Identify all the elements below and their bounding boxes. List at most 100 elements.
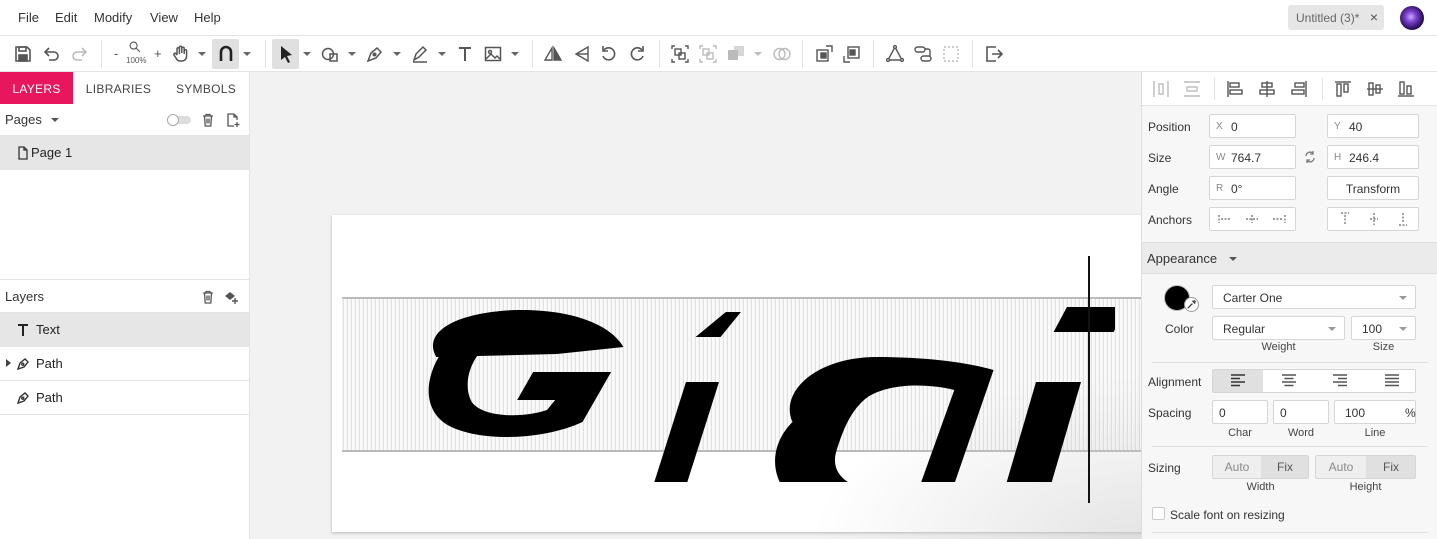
page-item[interactable]: Page 1 [0, 136, 249, 170]
rotate-left-icon[interactable] [599, 44, 619, 64]
path-ops-icon[interactable] [913, 44, 933, 64]
anchor-right-icon[interactable] [1272, 212, 1286, 226]
align-right-icon[interactable] [1289, 79, 1309, 99]
height-auto-option[interactable]: Auto [1316, 456, 1366, 478]
chevron-down-icon[interactable] [754, 52, 762, 56]
flip-vertical-icon[interactable] [572, 44, 592, 64]
transform-button[interactable]: Transform [1327, 176, 1419, 200]
font-family-select[interactable]: Carter One [1212, 285, 1416, 309]
word-spacing-field[interactable]: 0 [1273, 400, 1329, 424]
eyedropper-icon[interactable] [1184, 297, 1199, 312]
chevron-down-icon[interactable] [198, 52, 206, 56]
anchor-center-h-icon[interactable] [1245, 212, 1259, 226]
appearance-header[interactable]: Appearance [1142, 242, 1437, 274]
zoom-out-button[interactable]: - [114, 46, 118, 61]
angle-field[interactable]: R 0° [1209, 176, 1296, 200]
chevron-down-icon[interactable] [243, 52, 251, 56]
width-field[interactable]: W 764.7 [1209, 145, 1296, 169]
tab-layers[interactable]: LAYERS [0, 72, 73, 104]
boolean-icon[interactable] [772, 44, 792, 64]
menu-file[interactable]: File [18, 10, 39, 25]
chevron-down-icon[interactable] [393, 52, 401, 56]
distribute-vertical-icon[interactable] [1182, 79, 1202, 99]
scale-font-checkbox[interactable] [1152, 507, 1165, 520]
undo-icon[interactable] [41, 44, 61, 64]
layer-row-path[interactable]: Path [0, 381, 249, 415]
menu-help[interactable]: Help [194, 10, 221, 25]
image-icon[interactable] [483, 44, 503, 64]
canvas[interactable] [250, 72, 1141, 539]
align-bottom-icon[interactable] [1396, 79, 1416, 99]
menu-edit[interactable]: Edit [55, 10, 77, 25]
align-top-icon[interactable] [1333, 79, 1353, 99]
font-size-select[interactable]: 100 [1351, 316, 1416, 340]
gigi-text-art[interactable] [355, 222, 1115, 482]
align-left-icon[interactable] [1225, 79, 1245, 99]
arrange-icon[interactable] [726, 44, 746, 64]
anchor-middle-v-icon[interactable] [1367, 212, 1381, 226]
group-icon[interactable] [670, 44, 690, 64]
width-auto-option[interactable]: Auto [1213, 456, 1261, 478]
expand-arrow-icon[interactable] [6, 359, 11, 367]
avatar[interactable] [1400, 6, 1424, 30]
shapes-icon[interactable] [320, 44, 340, 64]
document-tab[interactable]: Untitled (3)* × [1288, 5, 1384, 30]
chevron-down-icon[interactable] [438, 52, 446, 56]
mask-icon[interactable] [941, 44, 961, 64]
y-field[interactable]: Y 40 [1327, 114, 1419, 138]
pencil-icon[interactable] [410, 44, 430, 64]
align-text-right-icon[interactable] [1315, 370, 1365, 392]
chevron-down-icon[interactable] [1229, 257, 1237, 261]
ungroup-icon[interactable] [698, 44, 718, 64]
anchor-bottom-icon[interactable] [1396, 212, 1410, 226]
align-center-horizontal-icon[interactable] [1257, 79, 1277, 99]
redo-icon[interactable] [70, 44, 90, 64]
close-tab-icon[interactable]: × [1370, 9, 1378, 25]
chevron-down-icon[interactable] [303, 52, 311, 56]
path-triangle-icon[interactable] [885, 44, 905, 64]
align-middle-icon[interactable] [1365, 79, 1385, 99]
send-backward-icon[interactable] [842, 44, 862, 64]
add-layer-icon[interactable] [224, 290, 238, 304]
save-icon[interactable] [13, 44, 33, 64]
x-field[interactable]: X 0 [1209, 114, 1296, 138]
height-field[interactable]: H 246.4 [1327, 145, 1419, 169]
zoom-in-button[interactable]: + [154, 46, 162, 61]
flip-horizontal-icon[interactable] [543, 44, 563, 64]
chevron-down-icon[interactable] [51, 118, 59, 122]
trash-icon[interactable] [201, 113, 215, 127]
menu-view[interactable]: View [150, 10, 178, 25]
rotate-right-icon[interactable] [627, 44, 647, 64]
tab-symbols[interactable]: SYMBOLS [170, 72, 242, 104]
pointer-icon[interactable] [276, 44, 296, 64]
text-tool-icon[interactable] [455, 44, 475, 64]
tab-libraries[interactable]: LIBRARIES [80, 72, 157, 104]
pages-toggle[interactable] [167, 114, 191, 126]
distribute-horizontal-icon[interactable] [1151, 79, 1171, 99]
add-page-icon[interactable] [226, 113, 240, 127]
anchor-top-icon[interactable] [1338, 212, 1352, 226]
anchor-left-icon[interactable] [1218, 212, 1232, 226]
layer-row-text[interactable]: Text [0, 313, 249, 347]
chevron-down-icon[interactable] [511, 52, 519, 56]
menu-modify[interactable]: Modify [94, 10, 132, 25]
char-spacing-field[interactable]: 0 [1212, 400, 1268, 424]
layer-row-path[interactable]: Path [0, 347, 249, 381]
align-text-center-icon[interactable] [1264, 370, 1314, 392]
chevron-down-icon[interactable] [348, 52, 356, 56]
pages-label[interactable]: Pages [5, 112, 42, 127]
align-text-justify-icon[interactable] [1366, 370, 1415, 392]
width-fix-option[interactable]: Fix [1261, 456, 1308, 478]
bring-forward-icon[interactable] [814, 44, 834, 64]
font-weight-select[interactable]: Regular [1212, 316, 1345, 340]
export-icon[interactable] [984, 44, 1004, 64]
lock-ratio-icon[interactable] [1303, 150, 1317, 164]
align-text-left-icon[interactable] [1213, 370, 1263, 392]
pen-tool-icon[interactable] [365, 44, 385, 64]
line-spacing-field[interactable]: 100 % [1334, 400, 1416, 424]
trash-icon[interactable] [201, 290, 215, 304]
hand-icon[interactable] [171, 44, 191, 64]
alignment-label: Alignment [1148, 375, 1202, 389]
height-fix-option[interactable]: Fix [1366, 456, 1415, 478]
magnet-icon[interactable] [216, 44, 236, 64]
